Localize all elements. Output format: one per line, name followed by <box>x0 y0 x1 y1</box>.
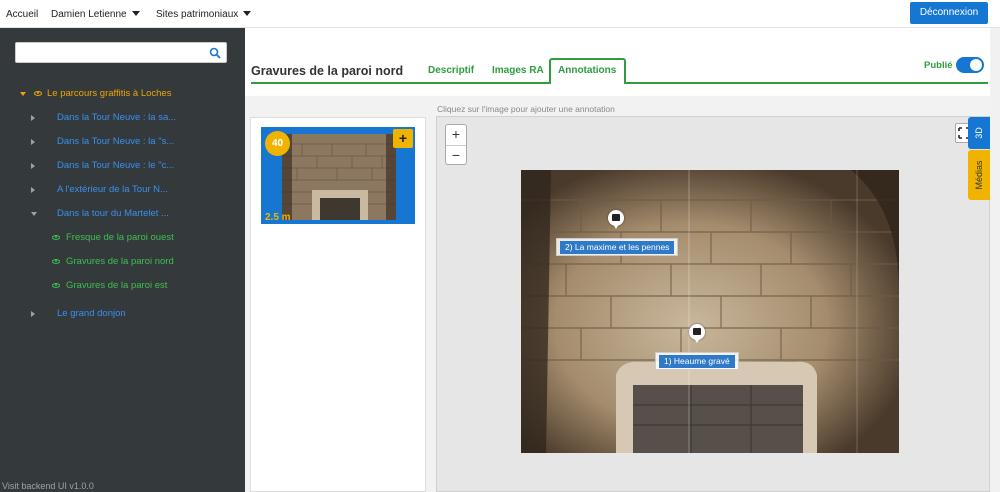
sidebar-item[interactable]: Dans la tour du Martelet ... <box>0 206 245 222</box>
chevron-right-icon[interactable] <box>31 311 35 317</box>
page-title: Gravures de la paroi nord <box>251 64 404 78</box>
eye-icon[interactable] <box>52 259 60 264</box>
tab-active-gap <box>551 82 624 84</box>
sidebar-item-label: Gravures de la paroi nord <box>66 256 174 267</box>
chevron-down-icon <box>131 11 140 16</box>
sidebar-item[interactable]: Dans la Tour Neuve : le "c... <box>0 158 245 174</box>
published-toggle[interactable] <box>956 57 984 73</box>
sidebar-item[interactable]: Le grand donjon <box>0 306 245 322</box>
thumbnail-image <box>282 134 396 220</box>
eye-icon[interactable] <box>52 235 60 240</box>
tab-annotations[interactable]: Annotations <box>558 65 616 76</box>
zoom-out-button[interactable]: − <box>446 145 466 165</box>
chevron-down-icon <box>243 11 252 16</box>
side-tab-3d-label: 3D <box>974 127 984 139</box>
search-icon[interactable] <box>209 47 221 59</box>
eye-icon[interactable] <box>52 283 60 288</box>
media-size-label: 2.5 m <box>265 212 291 223</box>
sidebar-item[interactable]: Gravures de la paroi est <box>0 278 245 294</box>
nav-home-link[interactable]: Accueil <box>6 9 38 20</box>
zoom-in-button[interactable]: + <box>446 125 466 145</box>
tab-images-ra[interactable]: Images RA <box>492 65 544 76</box>
note-icon <box>693 328 701 335</box>
side-tab-medias[interactable]: Médias <box>968 150 990 200</box>
nav-user-label: Damien Letienne <box>51 9 127 20</box>
sidebar-item[interactable]: Gravures de la paroi nord <box>0 254 245 270</box>
sidebar-item-label: Dans la Tour Neuve : la sa... <box>57 112 177 123</box>
chevron-down-icon[interactable] <box>20 92 26 96</box>
eye-icon[interactable] <box>34 91 42 96</box>
side-tab-medias-label: Médias <box>974 160 984 190</box>
chevron-right-icon[interactable] <box>31 163 35 169</box>
sidebar: Le parcours graffitis à Loches Dans la To… <box>0 28 245 492</box>
note-icon <box>612 214 620 221</box>
page-scrollbar[interactable] <box>990 28 1000 492</box>
sidebar-item-label: Dans la Tour Neuve : le "c... <box>57 160 175 171</box>
search-input[interactable] <box>21 43 201 62</box>
chevron-down-icon[interactable] <box>31 212 37 216</box>
annotation-label-1[interactable]: 1) Heaume gravé <box>655 352 739 370</box>
chevron-right-icon[interactable] <box>31 187 35 193</box>
annotated-photo[interactable] <box>521 170 899 453</box>
annotation-label-2-text: 2) La maxime et les pennes <box>560 241 675 254</box>
nav-user-dropdown[interactable]: Damien Letienne <box>51 9 140 20</box>
side-tab-3d[interactable]: 3D <box>968 117 990 149</box>
chevron-right-icon[interactable] <box>31 115 35 121</box>
sidebar-item-label: Le grand donjon <box>57 308 126 319</box>
sidebar-item[interactable]: A l'extérieur de la Tour N... <box>0 182 245 198</box>
search-field[interactable] <box>15 42 227 63</box>
annotation-label-2[interactable]: 2) La maxime et les pennes <box>556 238 679 256</box>
sidebar-item[interactable]: Fresque de la paroi ouest <box>0 230 245 246</box>
sidebar-item-label: Dans la tour du Martelet ... <box>57 208 169 219</box>
app-version: Visit backend UI v1.0.0 <box>2 481 94 491</box>
annotation-pin-1[interactable] <box>689 324 705 343</box>
annotation-pin-2[interactable] <box>608 210 624 229</box>
annotation-count-badge: 40 <box>265 131 290 156</box>
nav-sites-dropdown[interactable]: Sites patrimoniaux <box>156 9 252 20</box>
zoom-control: + − <box>445 124 467 165</box>
annotation-label-1-text: 1) Heaume gravé <box>659 355 735 368</box>
logout-button[interactable]: Déconnexion <box>910 2 988 24</box>
sidebar-item-label: A l'extérieur de la Tour N... <box>57 184 168 195</box>
sidebar-item[interactable]: Dans la Tour Neuve : la "s... <box>0 134 245 150</box>
nav-sites-label: Sites patrimoniaux <box>156 9 239 20</box>
top-navbar: Accueil Damien Letienne Sites patrimonia… <box>0 0 1000 28</box>
sidebar-item[interactable]: Le parcours graffitis à Loches <box>0 86 245 102</box>
add-media-button[interactable]: + <box>393 129 413 148</box>
tab-descriptif[interactable]: Descriptif <box>428 65 474 76</box>
chevron-right-icon[interactable] <box>31 139 35 145</box>
sidebar-item[interactable]: Dans la Tour Neuve : la sa... <box>0 110 245 126</box>
sidebar-item-label: Fresque de la paroi ouest <box>66 232 174 243</box>
viewer-hint: Cliquez sur l'image pour ajouter une ann… <box>437 104 615 114</box>
sidebar-item-label: Le parcours graffitis à Loches <box>47 88 172 99</box>
sidebar-item-label: Gravures de la paroi est <box>66 280 168 291</box>
published-label: Publié <box>924 60 953 71</box>
toggle-knob <box>970 59 982 71</box>
sidebar-item-label: Dans la Tour Neuve : la "s... <box>57 136 175 147</box>
